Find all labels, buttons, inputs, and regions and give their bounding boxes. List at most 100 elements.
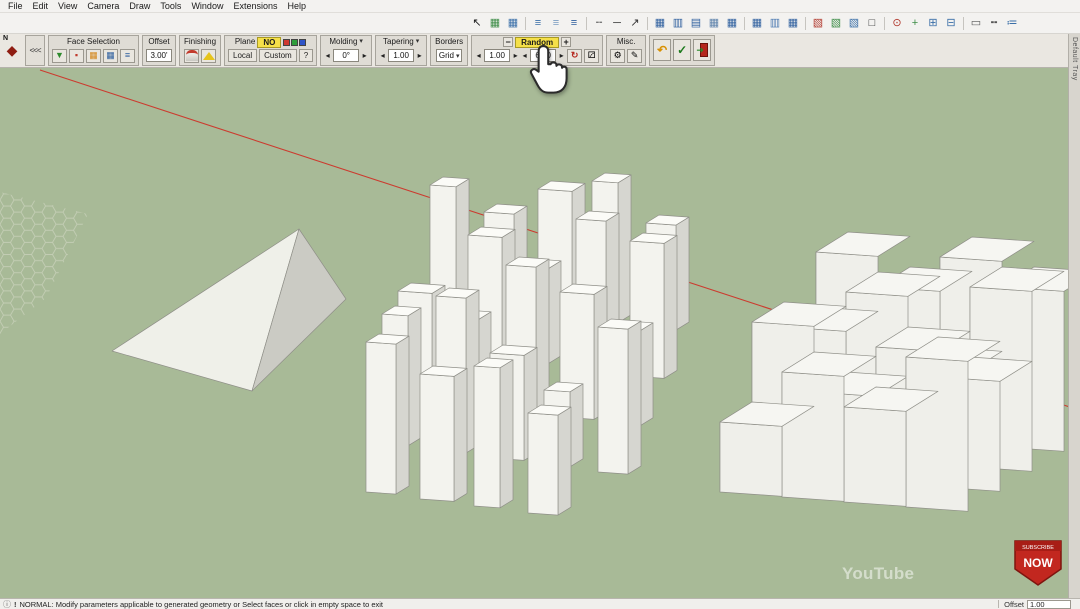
menu-item-draw[interactable]: Draw: [124, 1, 155, 11]
random-minus-button[interactable]: −: [503, 37, 514, 47]
select-arrow-icon[interactable]: ↖: [469, 15, 485, 31]
confirm-button[interactable]: ✓: [673, 39, 692, 61]
cursor-pointer-hand: [529, 45, 568, 94]
justify-icon-3[interactable]: ≡: [566, 15, 582, 31]
tower-cluster-model: [365, 172, 690, 516]
table-icon-8[interactable]: ▦: [785, 15, 801, 31]
round-molding-icon: [185, 50, 198, 61]
menu-item-tools[interactable]: Tools: [155, 1, 186, 11]
block-mass-model: [719, 231, 1068, 512]
gear-button[interactable]: ⚙: [610, 48, 626, 63]
dash-style-icon[interactable]: ╍: [986, 15, 1002, 31]
green-grid-icon[interactable]: ▦: [487, 15, 503, 31]
collapse-toolbar-button[interactable]: <<<: [25, 35, 45, 66]
plane-no-lock-button[interactable]: NO: [257, 36, 282, 48]
borders-label: Borders: [435, 37, 464, 46]
status-bar: ⓘ ! NORMAL: Modify parameters applicable…: [0, 598, 1080, 609]
info-icon[interactable]: ⓘ: [3, 599, 11, 609]
group-finishing: Finishing: [179, 35, 222, 66]
diagonal-arrow-icon[interactable]: ↗: [627, 15, 643, 31]
offset-value[interactable]: 3.00': [146, 49, 172, 62]
box-green-icon[interactable]: ▧: [828, 15, 844, 31]
table-icon-1[interactable]: ▦: [652, 15, 668, 31]
molding-increase-button[interactable]: ▸: [361, 51, 368, 60]
random-min-decrease-button[interactable]: ◂: [475, 51, 482, 60]
borders-dropdown-caret: ▾: [455, 52, 460, 60]
justify-icon-2[interactable]: ≡: [548, 15, 564, 31]
table-icon-3[interactable]: ▤: [688, 15, 704, 31]
menu-item-help[interactable]: Help: [282, 1, 311, 11]
tapering-dropdown-caret[interactable]: ▾: [416, 37, 420, 47]
measurement-label: Offset: [1004, 599, 1024, 609]
molding-value[interactable]: 0°: [333, 49, 360, 62]
toolbar-divider: [647, 16, 648, 30]
plane-help-button[interactable]: ?: [298, 49, 314, 62]
tapering-value[interactable]: 1.00: [388, 49, 415, 62]
menu-item-file[interactable]: File: [3, 1, 28, 11]
tapering-increase-button[interactable]: ▸: [416, 51, 423, 60]
justify-icon-1[interactable]: ≡: [530, 15, 546, 31]
plane-custom-button[interactable]: Custom: [259, 49, 297, 62]
group-tapering: Tapering ▾ ◂ 1.00 ▸: [375, 35, 428, 66]
molding-dropdown-caret[interactable]: ▾: [359, 37, 363, 47]
menu-item-view[interactable]: View: [53, 1, 82, 11]
selection-box-icon[interactable]: □: [864, 15, 880, 31]
menu-item-extensions[interactable]: Extensions: [228, 1, 282, 11]
box-blue-icon[interactable]: ▧: [846, 15, 862, 31]
borders-select[interactable]: Grid ▾: [435, 49, 463, 62]
table-icon-7[interactable]: ▥: [767, 15, 783, 31]
default-tray-tab[interactable]: Default Tray: [1068, 34, 1080, 598]
toolbar-divider: [586, 16, 587, 30]
tapering-decrease-button[interactable]: ◂: [379, 51, 386, 60]
ruler-icon[interactable]: ▭: [968, 15, 984, 31]
menu-item-camera[interactable]: Camera: [82, 1, 124, 11]
blue-grid-icon[interactable]: ▦: [103, 48, 118, 63]
blue-axis-lock[interactable]: [299, 38, 307, 46]
axes-cross-icon[interactable]: +: [907, 15, 923, 31]
group-molding: Molding ▾ ◂ 0° ▸: [320, 35, 373, 66]
main-toolbar: ↖ ▦ ▦ ≡ ≡ ≡ ╌ ─ ↗ ▦ ▥ ▤ ▦ ▦ ▦ ▥ ▦ ▧ ▧ ▧ □ ⊙ + ⊞ ⊟ ▭ ╍ ≔: [0, 13, 1080, 34]
measurement-input[interactable]: 1.00: [1027, 599, 1071, 609]
sharp-finish-button[interactable]: [201, 48, 216, 63]
group-offset: Offset 3.00': [142, 35, 176, 66]
menu-item-edit[interactable]: Edit: [28, 1, 54, 11]
group-actions: ↶ ✓ ➔: [649, 35, 716, 66]
toolbar-divider: [525, 16, 526, 30]
box-red-icon[interactable]: ▧: [810, 15, 826, 31]
subscribe-line2: NOW: [1023, 556, 1053, 570]
green-arrow-icon[interactable]: ▼: [52, 48, 67, 63]
list-icon[interactable]: ≔: [1004, 15, 1020, 31]
dice-button[interactable]: ⚂: [584, 48, 600, 63]
plugin-icon[interactable]: ◆ N: [2, 35, 22, 66]
plugin-initial: N: [3, 35, 9, 42]
edit-button[interactable]: ✎: [627, 48, 643, 63]
random-min-increase-button[interactable]: ▸: [512, 51, 519, 60]
viewport-3d[interactable]: YouTube SUBSCRIBE NOW: [0, 68, 1068, 598]
green-axis-lock[interactable]: [291, 38, 299, 46]
toolbar-divider: [884, 16, 885, 30]
orange-grid-icon[interactable]: ▦: [86, 48, 101, 63]
target-icon[interactable]: ⊙: [889, 15, 905, 31]
menu-item-window[interactable]: Window: [186, 1, 228, 11]
subscribe-badge: SUBSCRIBE NOW: [1014, 540, 1062, 586]
random-min-value[interactable]: 1.00: [484, 49, 511, 62]
red-axis-lock[interactable]: [283, 38, 291, 46]
exit-button[interactable]: ➔: [693, 39, 712, 61]
blue-lines-icon[interactable]: ≡: [120, 48, 135, 63]
solid-line-icon[interactable]: ─: [609, 15, 625, 31]
molding-decrease-button[interactable]: ◂: [324, 51, 331, 60]
table-icon-4[interactable]: ▦: [706, 15, 722, 31]
dashed-line-icon[interactable]: ╌: [591, 15, 607, 31]
toolbar-divider: [744, 16, 745, 30]
plane-local-button[interactable]: Local: [228, 49, 258, 62]
undo-button[interactable]: ↶: [653, 39, 672, 61]
round-finish-button[interactable]: [184, 48, 199, 63]
grid-plus-icon[interactable]: ⊞: [925, 15, 941, 31]
toolbar-divider: [805, 16, 806, 30]
blue-grid-icon[interactable]: ▦: [505, 15, 521, 31]
red-face-icon[interactable]: ▪: [69, 48, 84, 63]
table-icon-2[interactable]: ▥: [670, 15, 686, 31]
table-icon-6[interactable]: ▦: [749, 15, 765, 31]
grid-minus-icon[interactable]: ⊟: [943, 15, 959, 31]
table-icon-5[interactable]: ▦: [724, 15, 740, 31]
